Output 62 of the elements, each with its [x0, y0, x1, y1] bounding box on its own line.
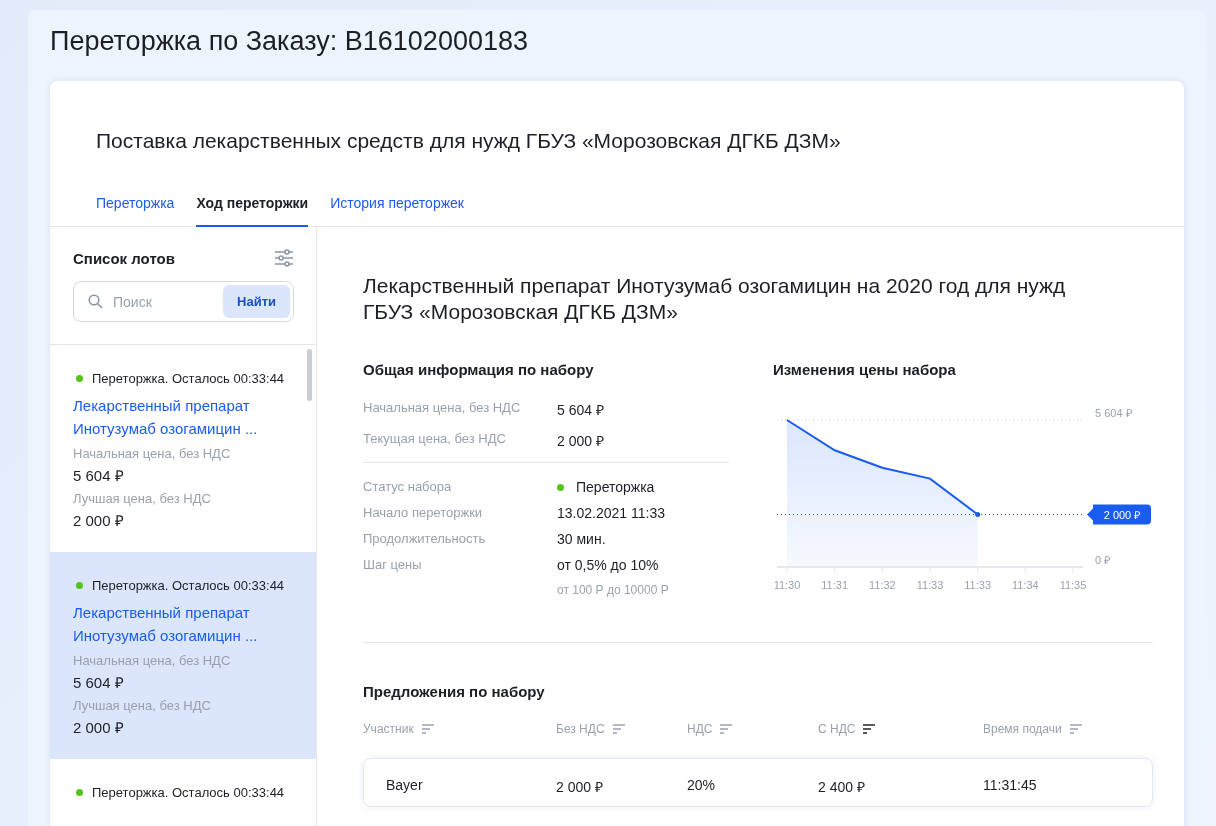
price-label: Начальная цена, без НДС	[73, 446, 232, 461]
table-cell-text: Bayer	[386, 777, 424, 795]
info-value: 30 мин.	[557, 531, 606, 547]
price-value: 2 000 ₽	[73, 511, 125, 530]
lot-link[interactable]: Лекарственный препарат Инотузумаб озогамицин ...	[73, 394, 294, 440]
price-value: 5 604 ₽	[73, 673, 125, 692]
search-field[interactable]: Поиск Найти	[73, 281, 294, 322]
info-label: Статус набора	[363, 479, 453, 495]
section-title: Предложения по набору	[363, 683, 546, 700]
info-label: Текущая цена, без НДС	[363, 431, 507, 448]
info-value: 5 604 ₽	[557, 401, 604, 419]
page-title: Переторжка по Заказу: B16102000183	[50, 26, 529, 57]
sort-icon[interactable]	[863, 724, 876, 734]
lot-status: Переторжка. Осталось 00:33:44	[92, 785, 285, 800]
info-label: Начало переторжки	[363, 505, 484, 521]
sliders-icon[interactable]	[274, 249, 294, 267]
price-label: Лучшая цена, без НДС	[73, 491, 212, 506]
info-label: Начальная цена, без НДС	[363, 400, 522, 417]
axis-label: 11:34	[1011, 579, 1039, 591]
axis-label: 11:32	[868, 579, 896, 591]
price-tag: 2 000 ₽	[1087, 504, 1151, 525]
ref-line-label: 2 000 ₽	[1103, 508, 1141, 521]
axis-label: 11:35	[1059, 579, 1087, 591]
search-icon	[88, 294, 103, 309]
info-value: Переторжка	[576, 479, 655, 495]
info-value: 13.02.2021 11:33	[557, 505, 665, 521]
tab[interactable]: Ход переторжки	[196, 187, 309, 227]
card-title: Поставка лекарственных средств для нужд ГБУЗ «Морозовская ДГКБ ДЗМ»	[95, 128, 842, 154]
lot-status: Переторжка. Осталось 00:33:44	[92, 578, 285, 593]
table-cell-text: 20%	[687, 777, 717, 795]
lot-item[interactable]: Переторжка. Осталось 00:33:44 Лекарственный препарат Инотузумаб озогамицин ... Начальная цена, без НДС 5 604 ₽ Лучшая цена, без НДС 2 000 ₽	[50, 552, 316, 759]
info-label: Шаг цены	[363, 557, 423, 574]
price-value: 2 000 ₽	[73, 718, 125, 737]
table-cell-text: 2 000 ₽	[556, 778, 604, 796]
info-label: Продолжительность	[363, 531, 487, 547]
tab[interactable]: Переторжка	[96, 187, 175, 227]
data-point	[975, 512, 981, 518]
lot-link[interactable]: Лекарственный препарат Инотузумаб озогамицин ...	[73, 601, 294, 647]
info-value: от 0,5% до 10%	[557, 557, 659, 573]
section-title: Общая информация по набору	[363, 361, 595, 378]
axis-label: 11:33	[964, 579, 992, 591]
info-value: 2 000 ₽	[557, 432, 604, 450]
section-title: Изменения цены набора	[773, 361, 957, 378]
table-cell-text: 2 400 ₽	[818, 778, 866, 796]
axis-label: 11:30	[773, 579, 801, 591]
price-label: Начальная цена, без НДС	[73, 653, 232, 668]
table-cell-text: 11:31:45	[983, 777, 1037, 795]
search-button[interactable]: Найти	[223, 285, 290, 318]
axis-label: 0 ₽	[1095, 554, 1111, 566]
price-label: Лучшая цена, без НДС	[73, 698, 212, 713]
scrollbar-thumb[interactable]	[307, 349, 312, 401]
axis-label: 11:33	[916, 579, 944, 591]
info-note: от 100 Р до 10000 Р	[557, 583, 669, 597]
tab[interactable]: История переторжек	[330, 187, 464, 227]
lot-title: Лекарственный препарат Инотузумаб озогамицин на 2020 год для нужд ГБУЗ «Морозовская ДГКБ ДЗМ»	[363, 273, 1067, 325]
axis-label: 5 604 ₽	[1095, 407, 1132, 419]
lot-status: Переторжка. Осталось 00:33:44	[92, 371, 285, 386]
lot-item[interactable]: Переторжка. Осталось 00:33:44	[50, 759, 316, 826]
lot-item[interactable]: Переторжка. Осталось 00:33:44 Лекарственный препарат Инотузумаб озогамицин ... Начальная цена, без НДС 5 604 ₽ Лучшая цена, без НДС 2 000 ₽	[50, 345, 316, 552]
axis-label: 11:31	[821, 579, 849, 591]
price-value: 5 604 ₽	[73, 466, 125, 485]
lot-list-title: Список лотов	[73, 249, 175, 267]
